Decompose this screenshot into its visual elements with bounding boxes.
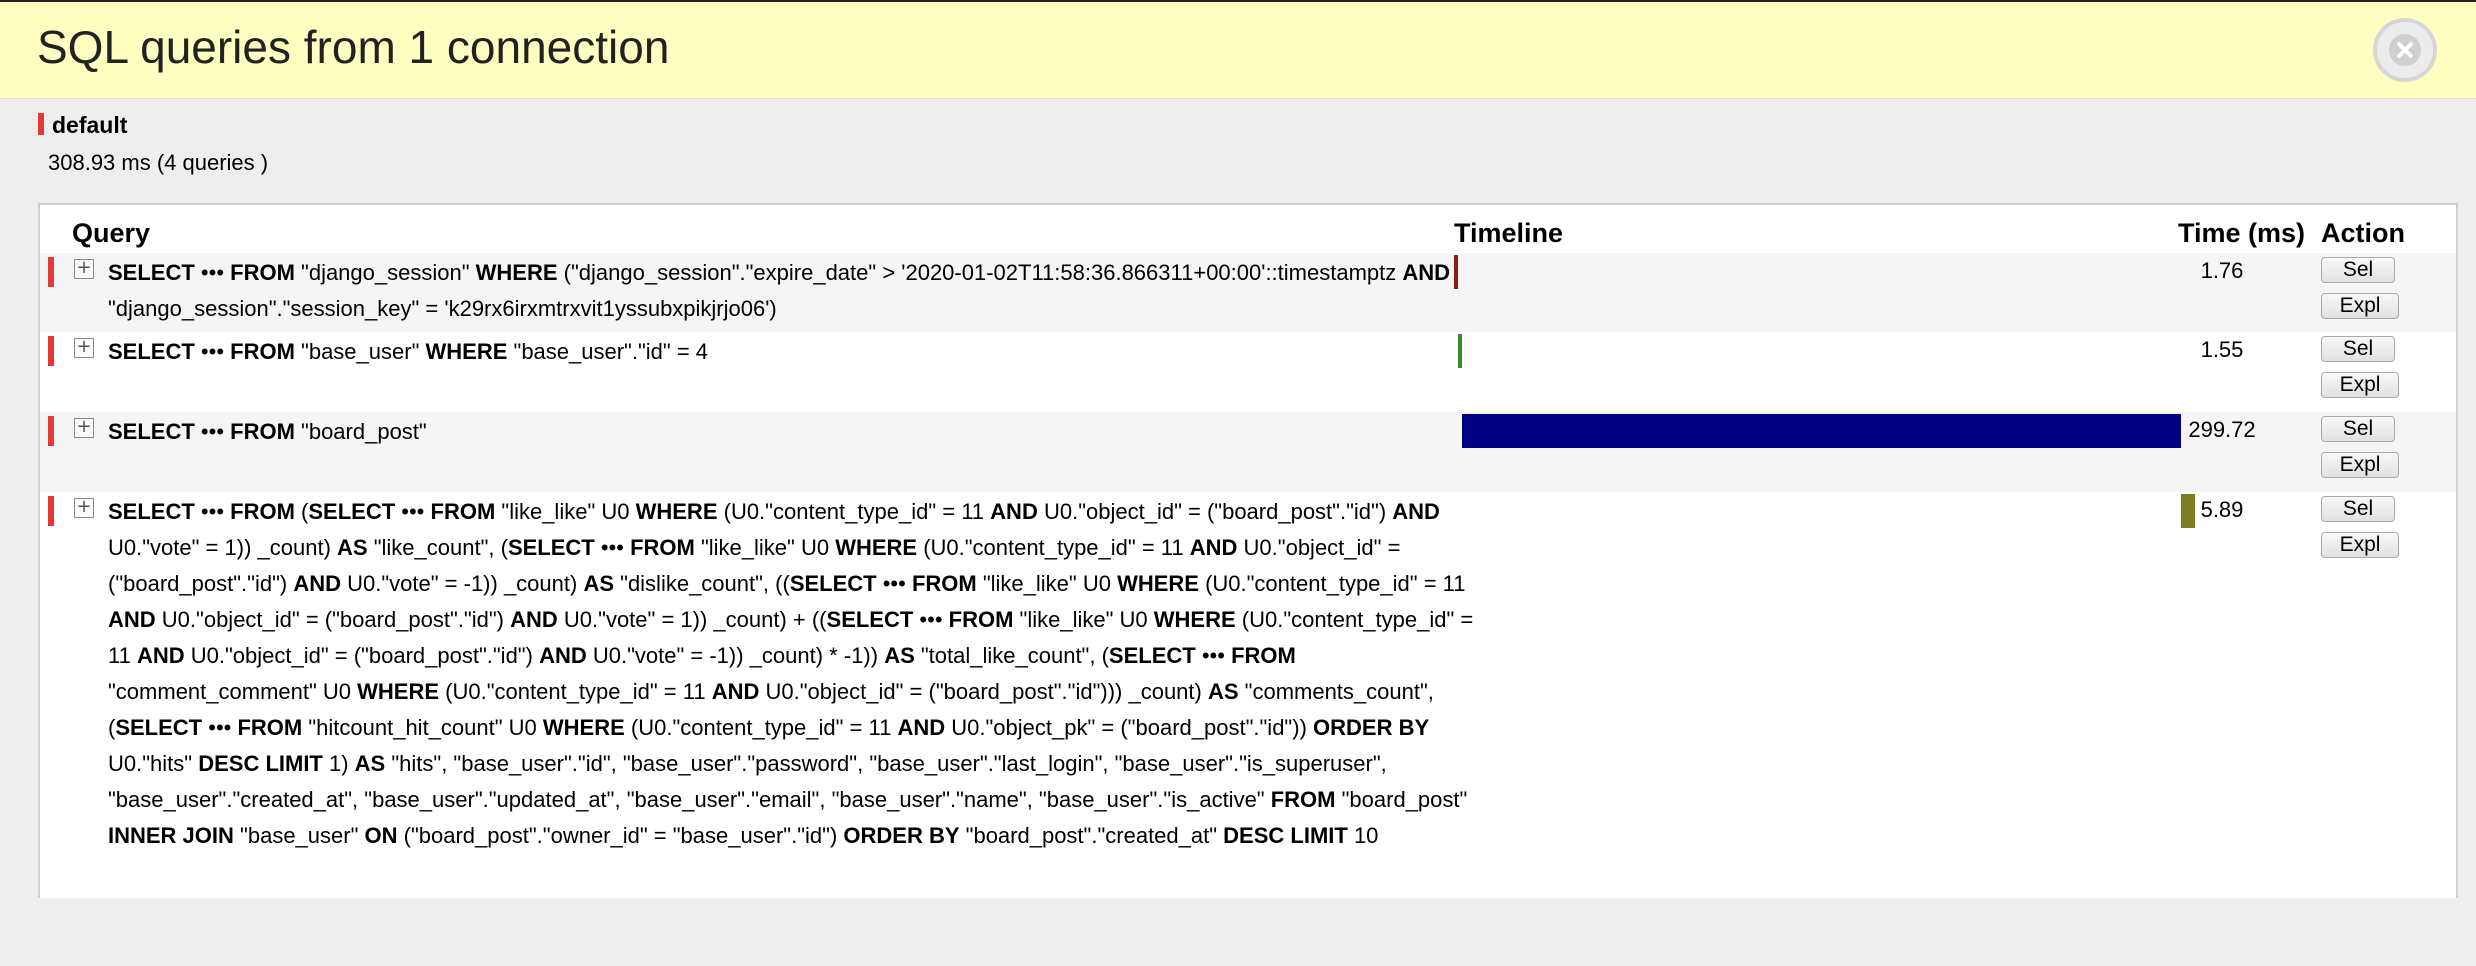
- timeline-bar: [1461, 414, 2181, 448]
- column-header-timeline: Timeline: [1454, 218, 1564, 248]
- explain-button[interactable]: Expl: [2321, 372, 2399, 398]
- timeline-bar: [1458, 334, 1462, 368]
- connection-marker: [48, 257, 54, 287]
- query-timeline: [1454, 253, 2195, 289]
- connection-stats: 308.93 ms (4 queries ): [48, 150, 269, 175]
- select-button[interactable]: Sel: [2321, 416, 2395, 442]
- query-timeline: [1454, 412, 2195, 448]
- expand-toggle-button[interactable]: +: [74, 338, 94, 358]
- column-header-action: Action: [2321, 218, 2405, 248]
- query-sql: SELECT ••• FROM (SELECT ••• FROM "like_l…: [108, 499, 1474, 848]
- query-time: 1.76: [2200, 258, 2244, 283]
- close-x-glyph: [2397, 42, 2413, 58]
- connection-name: default: [38, 113, 127, 137]
- expand-toggle-button[interactable]: +: [74, 418, 94, 438]
- queries-table: Query Timeline Time (ms) Action + SELECT …: [38, 203, 2458, 898]
- select-button[interactable]: Sel: [2321, 336, 2395, 362]
- query-timeline: [1454, 492, 2195, 528]
- explain-button[interactable]: Expl: [2321, 532, 2399, 558]
- expand-toggle-button[interactable]: +: [74, 498, 94, 518]
- select-button[interactable]: Sel: [2321, 257, 2395, 283]
- select-button[interactable]: Sel: [2321, 496, 2395, 522]
- query-sql: SELECT ••• FROM "base_user" WHERE "base_…: [108, 339, 709, 364]
- close-button[interactable]: [2373, 18, 2437, 82]
- column-header-query: Query: [72, 218, 151, 248]
- connection-marker: [48, 496, 54, 526]
- query-time: 1.55: [2200, 337, 2244, 362]
- table-row: + SELECT ••• FROM "django_session" WHERE …: [40, 253, 2456, 332]
- header-bar: SQL queries from 1 connection: [0, 0, 2476, 99]
- query-sql: SELECT ••• FROM "django_session" WHERE (…: [108, 260, 1451, 321]
- query-sql: SELECT ••• FROM "board_post": [108, 419, 427, 444]
- explain-button[interactable]: Expl: [2321, 452, 2399, 478]
- page-title: SQL queries from 1 connection: [37, 21, 670, 73]
- expand-toggle-button[interactable]: +: [74, 259, 94, 279]
- query-timeline: [1454, 332, 2195, 368]
- table-row: + SELECT ••• FROM (SELECT ••• FROM "like_…: [40, 492, 2456, 898]
- table-row: + SELECT ••• FROM "board_post" 299.72 Sel Ex…: [40, 412, 2456, 492]
- query-time: 5.89: [2200, 497, 2244, 522]
- query-time: 299.72: [2188, 417, 2256, 442]
- timeline-bar: [1454, 255, 1459, 289]
- connection-marker: [48, 416, 54, 446]
- connection-marker: [48, 336, 54, 366]
- table-row: + SELECT ••• FROM "base_user" WHERE "base…: [40, 332, 2456, 412]
- explain-button[interactable]: Expl: [2321, 293, 2399, 319]
- column-header-time: Time (ms): [2178, 218, 2306, 248]
